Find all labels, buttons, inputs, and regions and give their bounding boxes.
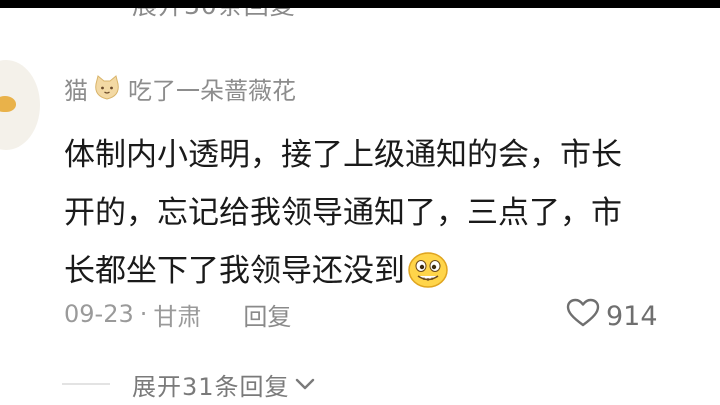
meta-separator: · bbox=[139, 300, 148, 328]
comment-line-last: 长都坐下了我领导还没到 bbox=[64, 242, 720, 300]
divider bbox=[62, 383, 110, 385]
avatar[interactable] bbox=[0, 60, 40, 150]
expand-replies-label: 展开31条回复 bbox=[132, 372, 290, 401]
like-button[interactable]: 914 bbox=[566, 296, 658, 336]
expand-replies-button[interactable]: 展开31条回复 bbox=[132, 367, 316, 402]
chevron-down-icon bbox=[290, 370, 316, 398]
comment-line: 体制内小透明，接了上级通知的会，市长 bbox=[64, 137, 622, 173]
reply-button[interactable]: 回复 bbox=[243, 297, 291, 332]
heart-outline-icon bbox=[566, 298, 606, 335]
avatar-image bbox=[0, 96, 16, 112]
username-suffix: 吃了一朵蔷薇花 bbox=[128, 76, 296, 105]
cat-emoji-icon bbox=[92, 74, 122, 102]
comment-text: 体制内小透明，接了上级通知的会，市长 开的，忘记给我领导通知了，三点了，市 长都… bbox=[64, 126, 720, 300]
smile-emoji-icon bbox=[407, 249, 449, 289]
expand-replies: 展开31条回复 bbox=[62, 366, 316, 402]
comment-line: 开的，忘记给我领导通知了，三点了，市 bbox=[64, 195, 622, 231]
comment-meta: 09-23 · 甘肃 回复 bbox=[64, 294, 291, 334]
comment-line-text: 长都坐下了我领导还没到 bbox=[64, 253, 405, 289]
expand-replies-button-previous[interactable]: 展开30条回复 bbox=[132, 8, 296, 22]
username[interactable]: 猫 吃了一朵蔷薇花 bbox=[64, 70, 296, 106]
comment-panel: 展开30条回复 猫 吃了一朵蔷薇花 体制内小透明，接了上级通知的会，市长 开的，… bbox=[0, 8, 720, 405]
username-prefix: 猫 bbox=[64, 76, 88, 105]
comment-date: 09-23 bbox=[64, 300, 134, 328]
comment-location: 甘肃 bbox=[153, 302, 202, 331]
like-count: 914 bbox=[606, 300, 658, 332]
